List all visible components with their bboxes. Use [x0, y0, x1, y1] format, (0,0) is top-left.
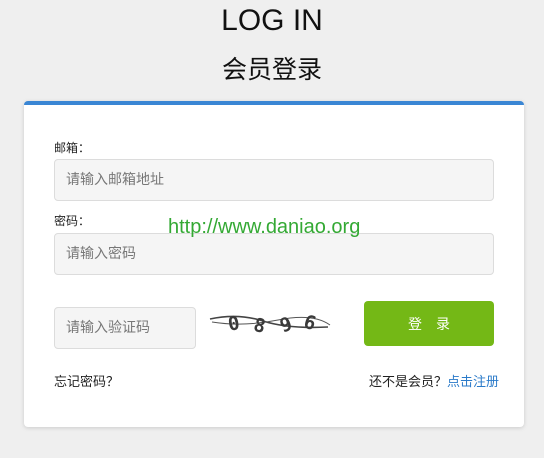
login-page: LOG IN 会员登录 邮箱： 密码： 0 8 9 6 登录 忘记密码？ 还不是… [0, 0, 544, 458]
watermark-text: http://www.daniao.org [168, 216, 361, 238]
login-button[interactable]: 登录 [364, 301, 494, 346]
forgot-password-link[interactable]: 忘记密码？ [54, 371, 119, 390]
captcha-image[interactable]: 0 8 9 6 [208, 305, 332, 341]
page-title-en: LOG IN [221, 4, 323, 37]
not-member-text: 还不是会员？ [368, 375, 447, 390]
captcha-char-2: 9 [277, 313, 295, 338]
password-field[interactable] [54, 233, 494, 275]
email-label: 邮箱： [54, 141, 91, 155]
password-label: 密码： [54, 214, 91, 228]
captcha-char-3: 6 [301, 311, 319, 335]
email-field[interactable] [54, 159, 494, 201]
page-title-cn: 会员登录 [221, 55, 322, 84]
captcha-char-1: 8 [251, 314, 267, 338]
login-card: 邮箱： 密码： 0 8 9 6 登录 忘记密码？ 还不是会员？点击注册 [24, 101, 524, 427]
register-link[interactable]: 点击注册 [447, 375, 499, 390]
captcha-field[interactable] [54, 307, 196, 349]
register-prompt: 还不是会员？点击注册 [369, 371, 499, 390]
captcha-char-0: 0 [226, 312, 241, 336]
